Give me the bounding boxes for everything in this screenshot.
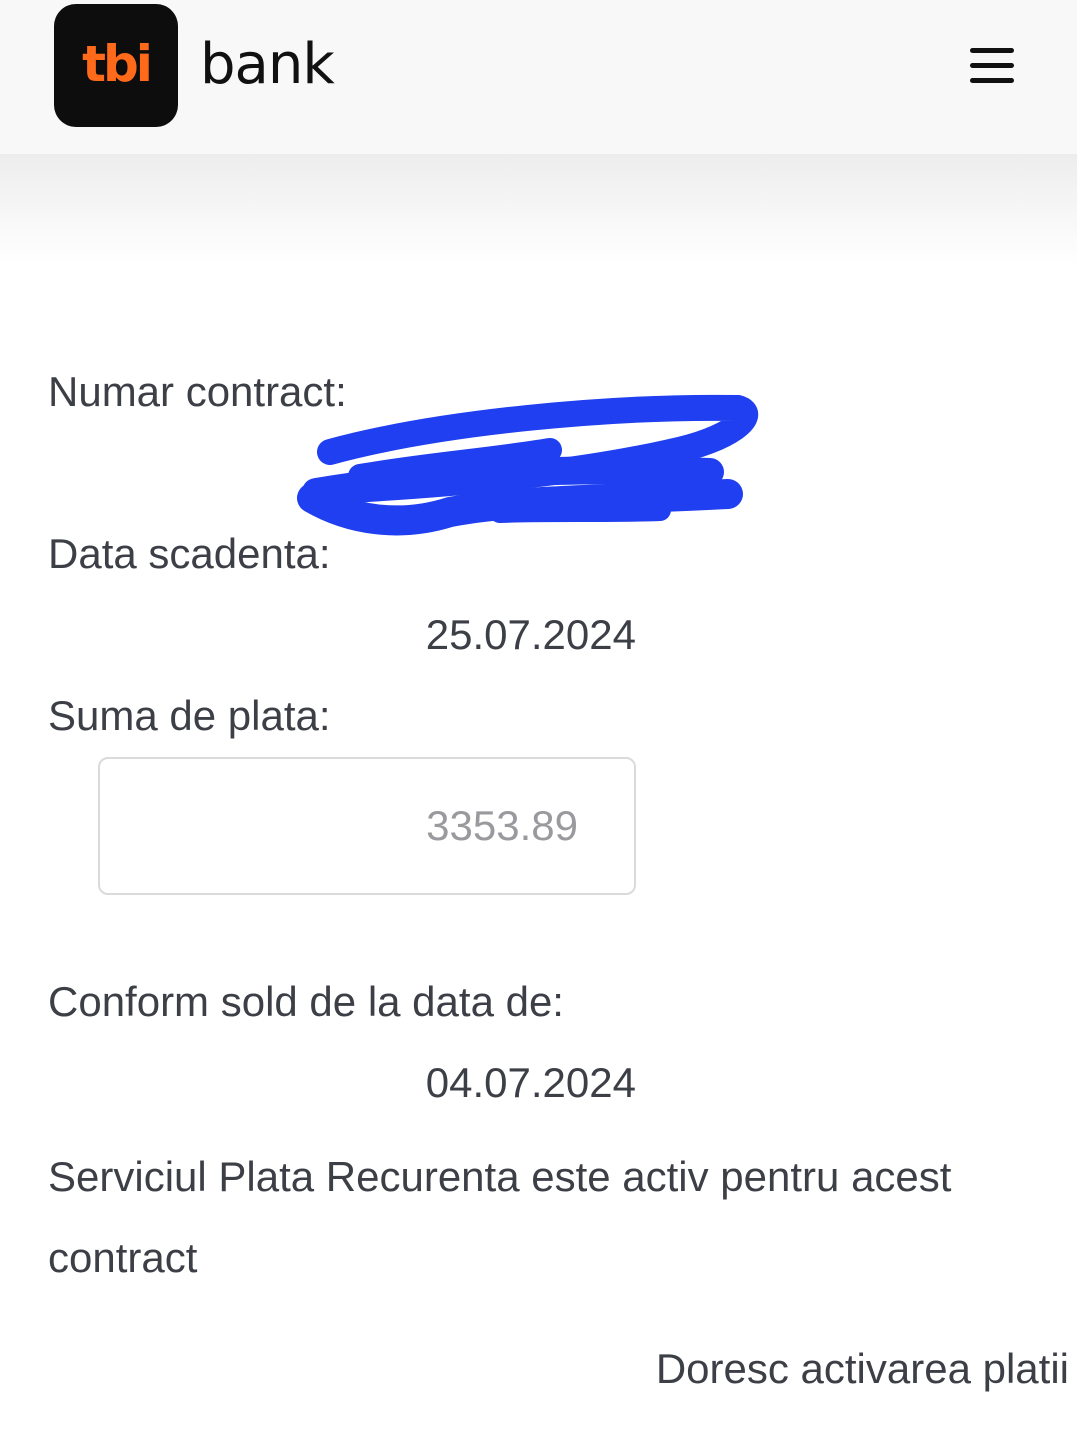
payment-amount-input[interactable] — [98, 757, 636, 895]
balance-date-label: Conform sold de la data de: — [48, 978, 564, 1025]
menu-line — [970, 78, 1014, 83]
menu-line — [970, 63, 1014, 68]
header-shadow — [0, 155, 1077, 265]
due-date-label: Data scadenta: — [48, 530, 331, 577]
balance-date-value: 04.07.2024 — [425, 1059, 636, 1106]
app-header: tbi bank — [0, 0, 1077, 155]
activate-payment-link[interactable]: Doresc activarea platii — [656, 1343, 1069, 1395]
payment-amount-label: Suma de plata: — [48, 692, 331, 739]
recurring-payment-status: Serviciul Plata Recurenta este activ pen… — [48, 1153, 952, 1281]
due-date-value: 25.07.2024 — [425, 611, 636, 658]
brand-name: bank — [200, 32, 335, 97]
hamburger-menu-icon[interactable] — [964, 44, 1020, 88]
redaction-scribble — [297, 394, 759, 536]
tbi-logo[interactable]: tbi — [54, 4, 178, 127]
menu-line — [970, 48, 1014, 53]
logo-text: tbi — [82, 35, 153, 93]
